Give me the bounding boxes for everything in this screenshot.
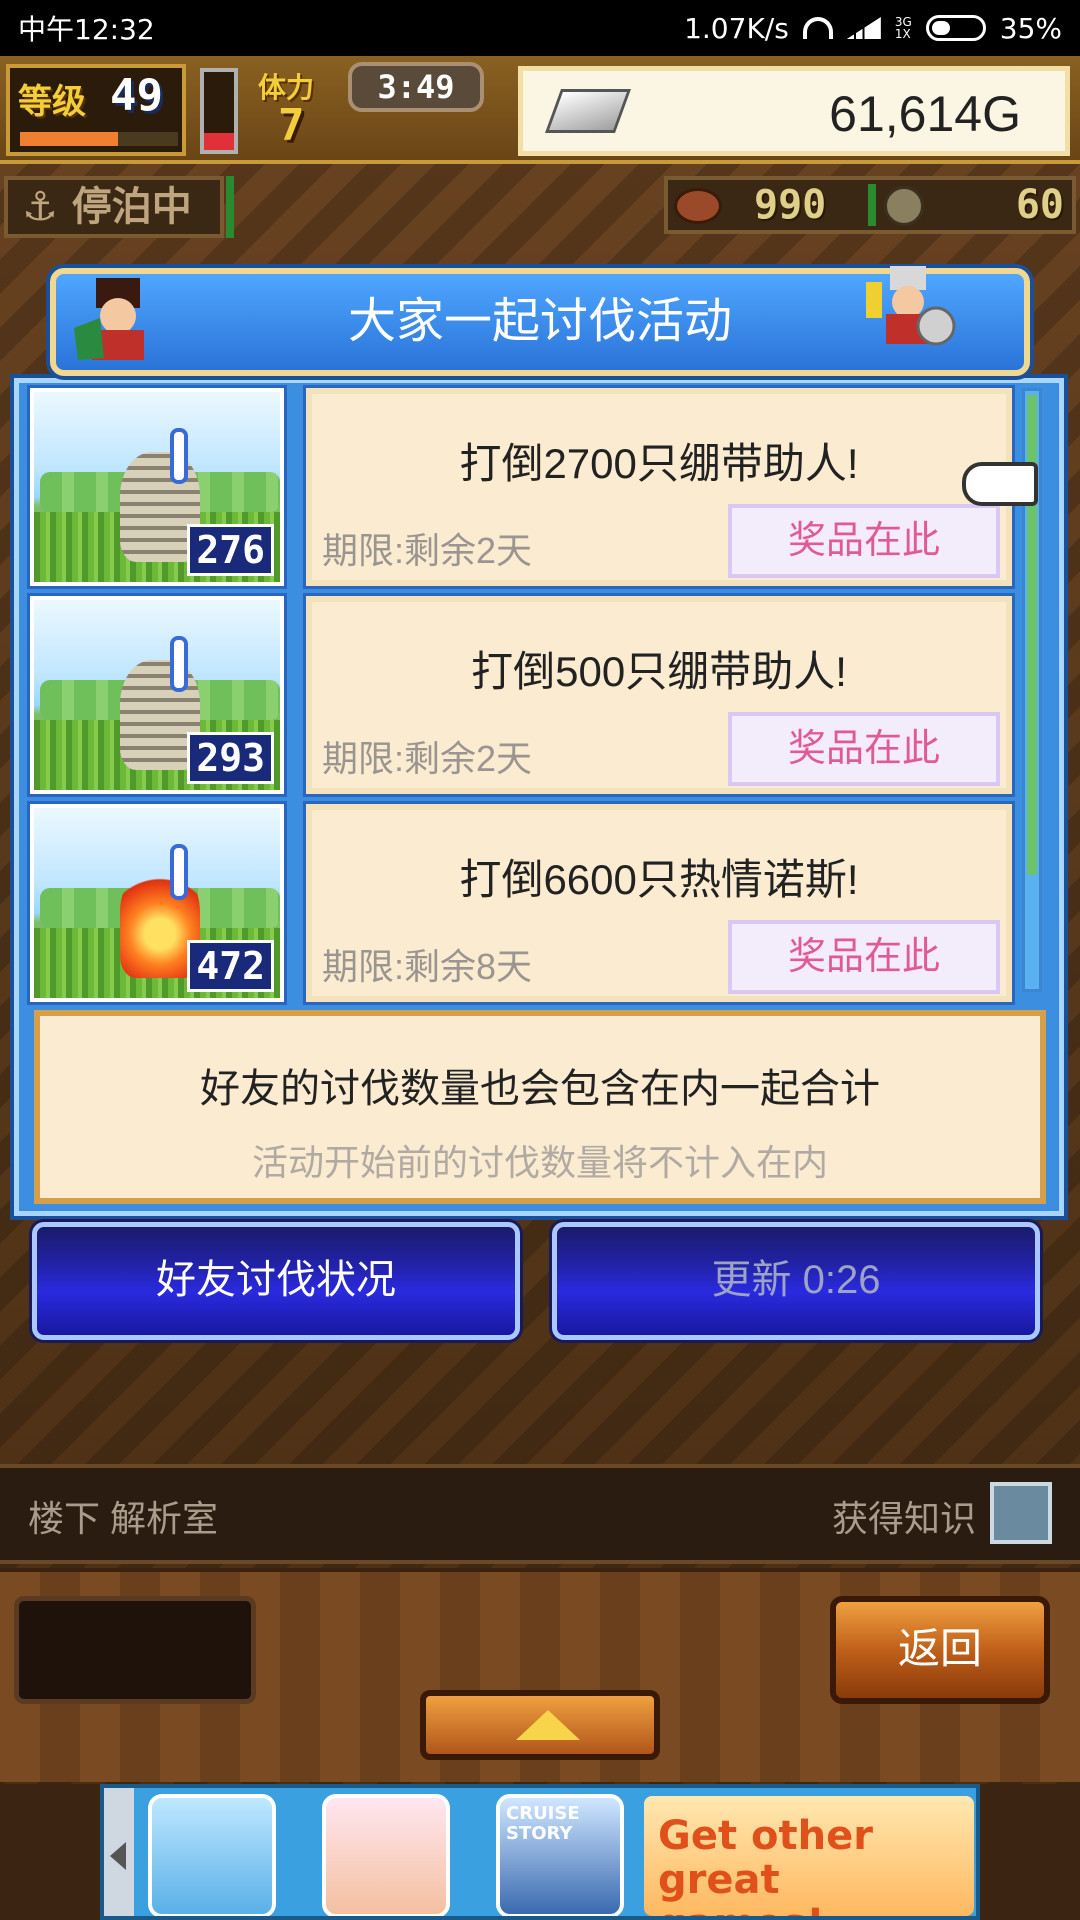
reward-button[interactable]: 奖品在此	[728, 504, 1000, 578]
status-time: 中午12:32	[18, 13, 155, 46]
mission-thumbnail: 293	[30, 596, 284, 794]
back-button[interactable]: 返回	[830, 1596, 1050, 1704]
mission-title: 打倒2700只绷带助人!	[459, 440, 859, 487]
stamina-timer: 3:49	[348, 62, 484, 112]
kill-count: 472	[187, 940, 274, 992]
up-arrow-icon	[516, 1710, 580, 1740]
level-label: 等级	[18, 82, 86, 122]
kill-count: 276	[187, 524, 274, 576]
note-sub-text: 活动开始前的讨伐数量将不计入在内	[251, 1142, 828, 1183]
ad-cta-text: Get other great games!	[658, 1813, 873, 1916]
location-info-bar: 楼下 解析室 获得知识	[0, 1464, 1080, 1564]
resource-panel: 990 60	[664, 176, 1076, 234]
ad-icon-title: CRUISE STORY	[506, 1803, 580, 1844]
battery-level: 35%	[999, 11, 1062, 45]
mission-thumbnail: 276	[30, 388, 284, 586]
coin-icon	[884, 186, 924, 226]
ad-cta[interactable]: Get other great games!	[644, 1796, 974, 1916]
ad-prev-button[interactable]	[104, 1788, 134, 1916]
exclamation-icon	[170, 428, 188, 484]
exclamation-icon	[170, 844, 188, 900]
friends-raid-status-button[interactable]: 好友讨伐状况	[32, 1222, 520, 1340]
mission-deadline: 期限:剩余2天	[322, 738, 533, 779]
pirate-avatar-icon	[74, 278, 144, 360]
top-hud: 等级 49 体力 7 3:49 61,614G	[0, 56, 1080, 164]
mission-thumbnail: 472	[30, 804, 284, 1002]
ad-game-icon-rocket[interactable]	[148, 1794, 276, 1916]
food-value: 990	[754, 182, 827, 228]
mission-deadline: 期限:剩余8天	[322, 946, 533, 987]
ad-game-icon-fashion[interactable]	[322, 1794, 450, 1916]
net-speed: 1.07K/s	[684, 11, 789, 45]
kill-count: 293	[187, 732, 274, 784]
level-panel: 等级 49	[6, 64, 186, 156]
level-value: 49	[110, 70, 163, 121]
pointing-hand-icon	[962, 462, 1038, 506]
mission-title: 打倒6600只热情诺斯!	[459, 856, 859, 903]
stamina-fill	[204, 132, 234, 150]
anchor-icon: ⚓	[22, 184, 58, 230]
expand-up-button[interactable]	[420, 1690, 660, 1760]
empty-slot	[14, 1596, 256, 1704]
mission-title: 打倒500只绷带助人!	[471, 648, 847, 695]
xp-fill	[20, 132, 118, 146]
ad-banner[interactable]: CRUISE STORY Get other great games!	[100, 1784, 980, 1920]
stamina-gauge	[200, 68, 238, 154]
status-icons: 1.07K/s 3G 1X 35%	[684, 12, 1062, 45]
dock-indicator	[226, 176, 234, 238]
dock-status-badge[interactable]: ⚓ 停泊中	[4, 176, 224, 238]
mission-row-3: 472 打倒6600只热情诺斯! 期限:剩余8天 奖品在此	[30, 804, 1016, 1002]
food-icon	[674, 188, 722, 224]
battery-icon	[925, 15, 986, 41]
xp-bar	[20, 132, 178, 146]
coin-value: 60	[1015, 182, 1064, 228]
reward-button[interactable]: 奖品在此	[728, 920, 1000, 994]
magnifier-icon[interactable]	[990, 1482, 1052, 1544]
food-bar	[868, 184, 876, 226]
ad-game-icon-cruise[interactable]: CRUISE STORY	[496, 1794, 624, 1916]
action-label: 获得知识	[831, 1498, 976, 1539]
status-bar: 中午12:32 1.07K/s 3G 1X 35%	[0, 0, 1080, 56]
signal-icon	[846, 17, 881, 39]
reward-button[interactable]: 奖品在此	[728, 712, 1000, 786]
exclamation-icon	[170, 636, 188, 692]
mission-row-2: 293 打倒500只绷带助人! 期限:剩余2天 奖品在此	[30, 596, 1016, 794]
stamina-value: 7	[278, 100, 305, 151]
note-main-text: 好友的讨伐数量也会包含在内一起合计	[200, 1067, 880, 1111]
gold-value: 61,614G	[829, 86, 1021, 142]
mission-card: 打倒2700只绷带助人! 期限:剩余2天 奖品在此	[306, 388, 1012, 586]
chevron-left-icon	[110, 1842, 126, 1870]
dock-status-label: 停泊中	[71, 184, 192, 230]
mission-card: 打倒500只绷带助人! 期限:剩余2天 奖品在此	[306, 596, 1012, 794]
network-type: 3G 1X	[894, 15, 912, 41]
location-label: 楼下 解析室	[28, 1498, 219, 1539]
mission-card: 打倒6600只热情诺斯! 期限:剩余8天 奖品在此	[306, 804, 1012, 1002]
viking-avatar-icon	[866, 266, 956, 346]
gold-panel[interactable]: 61,614G	[518, 66, 1070, 156]
wifi-icon	[802, 17, 833, 39]
silver-ingot-icon	[544, 89, 632, 133]
refresh-button[interactable]: 更新 0:26	[552, 1222, 1040, 1340]
mission-row-1: 276 打倒2700只绷带助人! 期限:剩余2天 奖品在此	[30, 388, 1016, 586]
mission-deadline: 期限:剩余2天	[322, 530, 533, 571]
event-note: 好友的讨伐数量也会包含在内一起合计 活动开始前的讨伐数量将不计入在内	[34, 1010, 1046, 1204]
